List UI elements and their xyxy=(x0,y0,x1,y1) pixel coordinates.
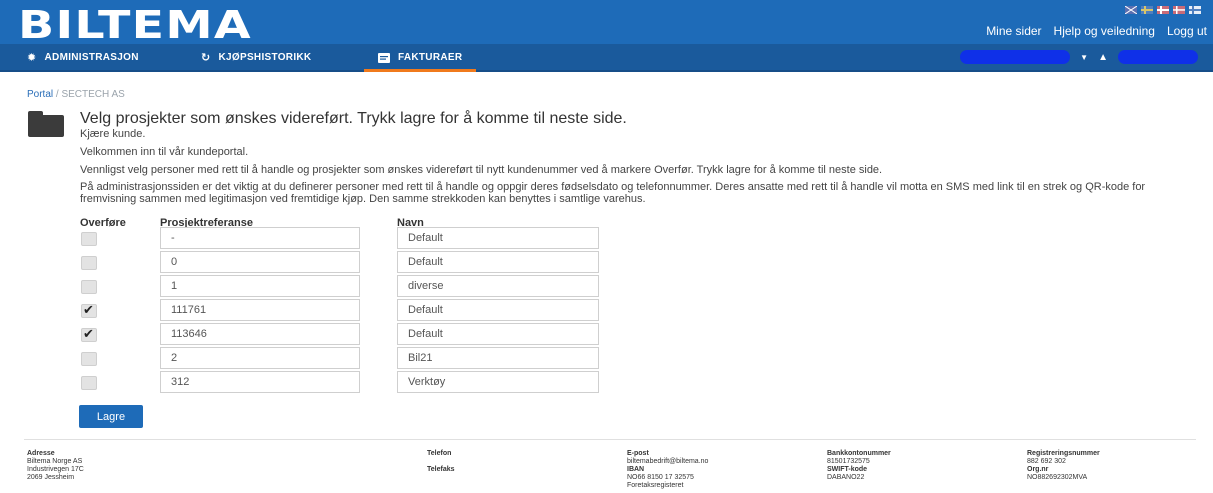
footer-phone-heading: Telefon xyxy=(427,450,452,457)
project-name-field[interactable]: Default xyxy=(397,299,599,321)
project-reference-field[interactable]: 312 xyxy=(160,371,360,393)
footer-email-heading: E-post xyxy=(627,450,649,457)
table-row: - Default xyxy=(0,227,1213,249)
redacted-company-name xyxy=(960,50,1071,64)
transfer-checkbox[interactable] xyxy=(81,232,97,246)
invoice-icon xyxy=(378,52,390,63)
flag-uk-icon[interactable] xyxy=(1125,6,1137,14)
footer-swift-value: DABANO22 xyxy=(827,474,865,481)
nav-fakturaer[interactable]: FAKTURAER xyxy=(363,44,477,72)
breadcrumb-current: SECTECH AS xyxy=(61,89,125,100)
footer-bank-value: 81501732575 xyxy=(827,458,870,465)
footer-registration-heading: Registreringsnummer xyxy=(1027,450,1100,457)
project-reference-field[interactable]: 1 xyxy=(160,275,360,297)
transfer-checkbox[interactable]: ✔ xyxy=(81,302,97,318)
user-icon[interactable]: ▲ xyxy=(1098,52,1108,63)
header-links: Mine sider Hjelp og veiledning Logg ut xyxy=(986,24,1207,38)
footer-email-value[interactable]: biltemabedrift@biltema.no xyxy=(627,458,708,466)
footer-iban-heading: IBAN xyxy=(627,466,645,473)
footer-org-value: NO882692302MVA xyxy=(1027,474,1088,481)
footer-address-line: Industrivegen 17C xyxy=(27,466,84,473)
project-reference-field[interactable]: - xyxy=(160,227,360,249)
footer-bank: Bankkontonummer 81501732575 SWIFT-kode D… xyxy=(827,450,891,482)
chevron-down-icon[interactable]: ▼ xyxy=(1080,53,1088,62)
project-name-field[interactable]: diverse xyxy=(397,275,599,297)
checkmark-icon: ✔ xyxy=(83,302,94,317)
table-row: 0 Default xyxy=(0,251,1213,273)
project-reference-field[interactable]: 0 xyxy=(160,251,360,273)
footer-phone: Telefon Telefaks xyxy=(427,450,455,474)
welcome-text: Velkommen inn til vår kundeportal. xyxy=(80,146,249,158)
nav-administrasjon[interactable]: ✹ ADMINISTRASJON xyxy=(27,44,139,70)
footer-address: Adresse Biltema Norge AS Industrivegen 1… xyxy=(27,450,84,482)
flag-sweden-icon[interactable] xyxy=(1141,6,1153,14)
instruction-text: Vennligst velg personer med rett til å h… xyxy=(80,164,883,176)
footer-fax-heading: Telefaks xyxy=(427,466,455,473)
my-pages-link[interactable]: Mine sider xyxy=(986,24,1041,38)
footer-address-line: Biltema Norge AS xyxy=(27,458,83,465)
save-button[interactable]: Lagre xyxy=(79,405,143,428)
project-reference-field[interactable]: 2 xyxy=(160,347,360,369)
transfer-checkbox[interactable] xyxy=(81,352,97,366)
breadcrumb-separator: / xyxy=(55,89,59,100)
info-text: På administrasjonssiden er det viktig at… xyxy=(80,181,1146,205)
breadcrumb-portal[interactable]: Portal xyxy=(27,89,53,100)
flag-finland-icon[interactable] xyxy=(1189,6,1201,14)
top-header: BILTEMA Mine sider Hjelp og veiledning L… xyxy=(0,0,1213,45)
project-name-field[interactable]: Verktøy xyxy=(397,371,599,393)
logout-link[interactable]: Logg ut xyxy=(1167,24,1207,38)
transfer-checkbox[interactable]: ✔ xyxy=(81,326,97,342)
project-name-field[interactable]: Default xyxy=(397,251,599,273)
table-row: ✔ 111761 Default xyxy=(0,299,1213,321)
footer-address-line: 2069 Jessheim xyxy=(27,474,75,481)
footer-swift-heading: SWIFT-kode xyxy=(827,466,868,473)
footer-email: E-post biltemabedrift@biltema.no IBAN NO… xyxy=(627,450,708,490)
biltema-logo[interactable]: BILTEMA xyxy=(18,5,252,45)
project-name-field[interactable]: Default xyxy=(397,323,599,345)
help-link[interactable]: Hjelp og veiledning xyxy=(1054,24,1155,38)
table-row: 312 Verktøy xyxy=(0,371,1213,393)
greeting-text: Kjære kunde. xyxy=(80,128,146,140)
footer-registration: Registreringsnummer 882 692 302 Org.nr N… xyxy=(1027,450,1100,482)
footer-org-heading: Org.nr xyxy=(1027,466,1049,473)
transfer-checkbox[interactable] xyxy=(81,376,97,390)
footer-registration-value: 882 692 302 xyxy=(1027,458,1066,465)
table-row: ✔ 113646 Default xyxy=(0,323,1213,345)
nav-kjopshistorikk[interactable]: ↻ KJØPSHISTORIKK xyxy=(201,44,311,70)
project-name-field[interactable]: Bil21 xyxy=(397,347,599,369)
flag-norway-icon[interactable] xyxy=(1157,6,1169,14)
checkmark-icon: ✔ xyxy=(83,326,94,341)
breadcrumb: Portal / SECTECH AS xyxy=(27,89,125,100)
project-reference-field[interactable]: 113646 xyxy=(160,323,360,345)
main-navigation: ✹ ADMINISTRASJON ↻ KJØPSHISTORIKK FAKTUR… xyxy=(0,44,1213,72)
folder-icon xyxy=(28,111,64,137)
history-icon: ↻ xyxy=(201,51,211,64)
transfer-checkbox[interactable] xyxy=(81,280,97,294)
gear-icon: ✹ xyxy=(27,51,37,64)
nav-label: ADMINISTRASJON xyxy=(44,51,139,63)
page-title: Velg prosjekter som ønskes videreført. T… xyxy=(80,110,627,127)
project-name-field[interactable]: Default xyxy=(397,227,599,249)
table-row: 1 diverse xyxy=(0,275,1213,297)
footer-bank-heading: Bankkontonummer xyxy=(827,450,891,457)
transfer-checkbox[interactable] xyxy=(81,256,97,270)
flag-denmark-icon[interactable] xyxy=(1173,6,1185,14)
table-row: 2 Bil21 xyxy=(0,347,1213,369)
project-reference-field[interactable]: 111761 xyxy=(160,299,360,321)
nav-label: KJØPSHISTORIKK xyxy=(218,51,312,63)
footer-divider xyxy=(24,439,1196,440)
footer-iban-value: NO66 8150 17 32575 xyxy=(627,474,694,481)
nav-label: FAKTURAER xyxy=(398,51,463,63)
user-menu[interactable]: ▼ ▲ xyxy=(960,50,1198,64)
language-flags xyxy=(1125,6,1201,14)
redacted-user-name xyxy=(1118,50,1198,64)
footer-address-heading: Adresse xyxy=(27,450,55,457)
footer-register: Foretaksregisteret xyxy=(627,482,684,489)
